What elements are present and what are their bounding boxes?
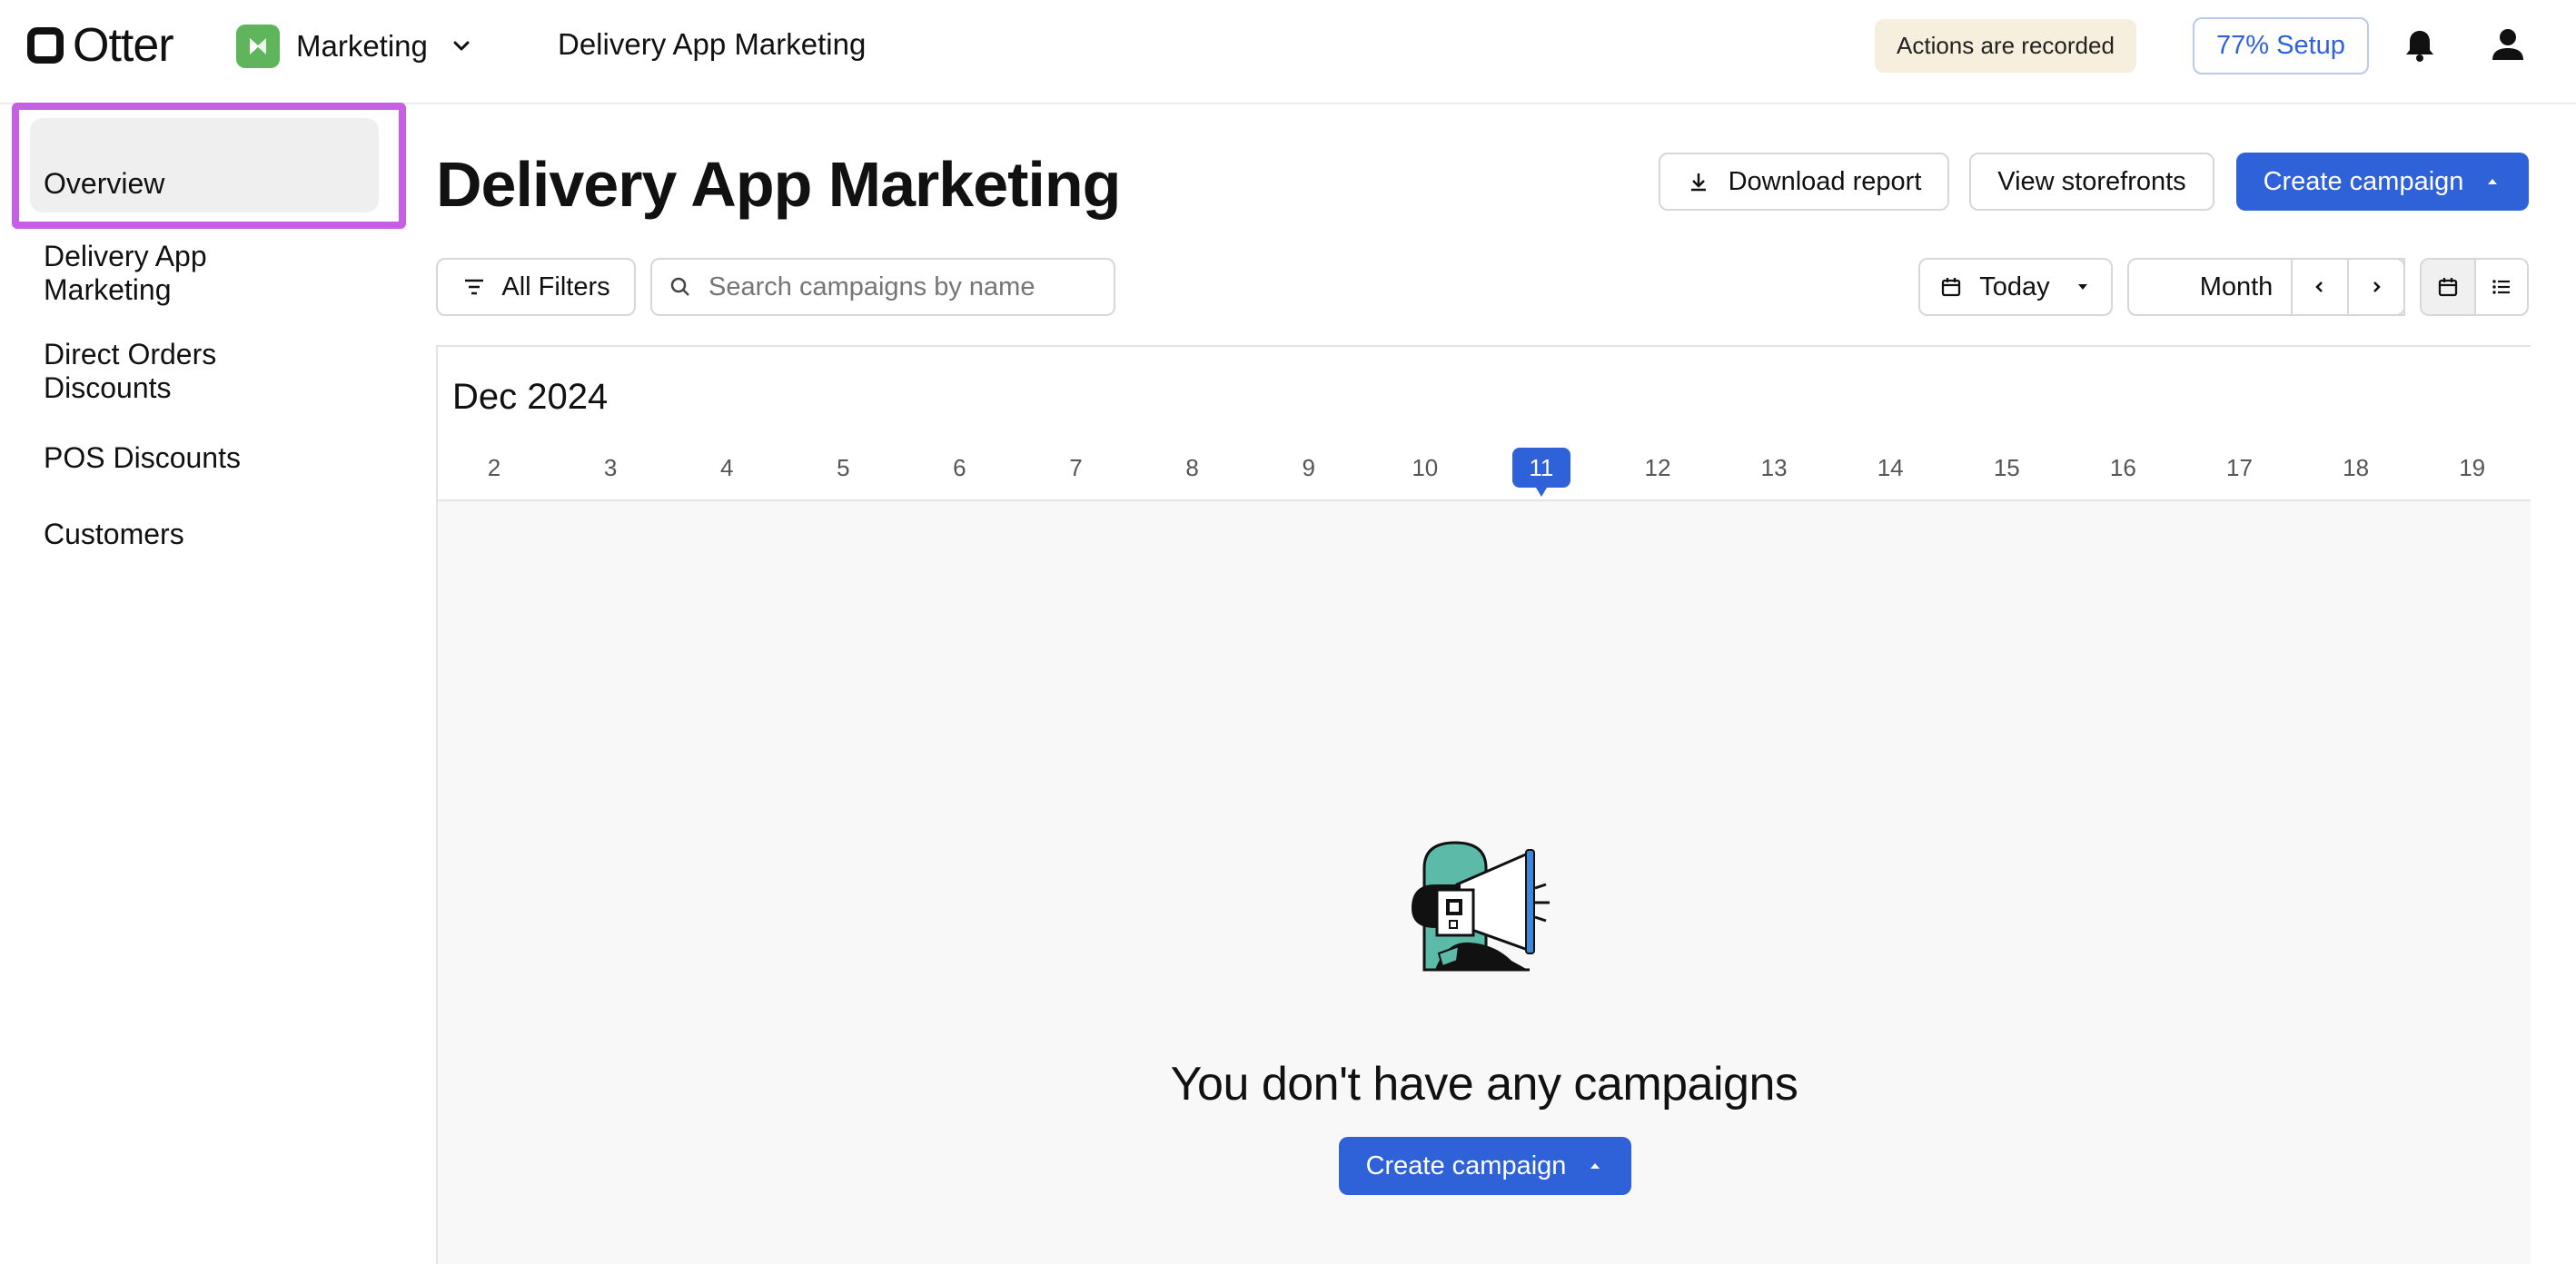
period-label: Month <box>2199 272 2274 301</box>
otter-logo[interactable]: Otter <box>27 19 174 72</box>
megaphone-illustration <box>1412 841 1550 972</box>
actions-recorded-badge: Actions are recorded <box>1875 19 2136 73</box>
topbar-page-title: Delivery App Marketing <box>558 27 867 61</box>
sidebar-item-overview[interactable]: Overview <box>44 167 164 201</box>
campaign-calendar: Dec 2024 2 3 4 5 6 7 8 9 10 11 12 13 14 15 16 17 18 19 Yo… <box>436 345 2531 1264</box>
logo-text: Otter <box>73 19 174 72</box>
view-storefronts-button[interactable]: View storefronts <box>1969 153 2214 211</box>
calendar-day[interactable]: 10 <box>1396 448 1454 488</box>
calendar-day[interactable]: 13 <box>1745 448 1803 488</box>
calendar-icon <box>1942 278 1961 297</box>
previous-period-button[interactable] <box>2291 258 2349 316</box>
search-field[interactable] <box>650 258 1115 316</box>
view-storefronts-label: View storefronts <box>1997 166 2186 196</box>
empty-create-campaign-label: Create campaign <box>1365 1150 1567 1180</box>
calendar-day[interactable]: 8 <box>1164 448 1222 488</box>
chevron-left-icon <box>2315 281 2323 292</box>
chevron-down-icon <box>453 41 470 51</box>
calendar-day[interactable]: 18 <box>2327 448 2385 488</box>
calendar-day-today[interactable]: 11 <box>1511 448 1570 497</box>
next-period-button[interactable] <box>2347 258 2405 316</box>
top-bar: Otter Marketing Delivery App Marketing A… <box>0 0 2576 104</box>
app-name: Marketing <box>296 29 428 63</box>
download-icon <box>1690 173 1706 192</box>
sidebar-item-customers[interactable]: Customers <box>44 518 184 551</box>
calendar-day[interactable]: 17 <box>2211 448 2269 488</box>
app-switcher[interactable]: Marketing <box>236 24 475 69</box>
search-input[interactable] <box>708 272 1090 302</box>
all-filters-button[interactable]: All Filters <box>436 258 636 316</box>
notifications-bell-icon[interactable] <box>2402 27 2438 64</box>
today-label: Today <box>1979 272 2050 301</box>
setup-progress-button[interactable]: 77% Setup <box>2193 17 2369 74</box>
calendar-day[interactable]: 12 <box>1629 448 1687 488</box>
sidebar-item-direct-orders-discounts[interactable]: Direct Orders Discounts <box>44 338 280 405</box>
download-report-label: Download report <box>1728 166 1922 196</box>
create-campaign-button[interactable]: Create campaign <box>2236 153 2529 211</box>
calendar-day[interactable]: 14 <box>1861 448 1919 488</box>
calendar-day[interactable]: 16 <box>2094 448 2152 488</box>
marketing-app-icon <box>236 25 280 68</box>
page-title: Delivery App Marketing <box>436 149 1121 220</box>
sidebar-item-delivery-app-marketing[interactable]: Delivery App Marketing <box>44 240 280 307</box>
list-view-toggle[interactable] <box>2474 258 2529 316</box>
calendar-month-label: Dec 2024 <box>452 377 609 417</box>
calendar-header: Dec 2024 2 3 4 5 6 7 8 9 10 11 12 13 14 15 16 17 18 19 <box>438 345 2531 501</box>
empty-create-campaign-button[interactable]: Create campaign <box>1339 1137 1631 1195</box>
calendar-day[interactable]: 19 <box>2443 448 2502 488</box>
calendar-view-icon <box>2438 278 2458 297</box>
today-date-button[interactable]: Today <box>1918 258 2113 316</box>
calendar-body: You don't have any campaigns Create camp… <box>438 501 2531 1264</box>
calendar-day[interactable]: 9 <box>1280 448 1338 488</box>
calendar-view-toggle[interactable] <box>2420 258 2476 316</box>
calendar-day[interactable]: 3 <box>581 448 639 488</box>
calendar-day[interactable]: 15 <box>1977 448 2036 488</box>
calendar-day[interactable]: 7 <box>1047 448 1105 488</box>
search-icon <box>670 277 689 296</box>
sidebar-selection-highlight <box>12 103 406 229</box>
list-view-icon <box>2492 280 2510 294</box>
download-report-button[interactable]: Download report <box>1659 153 1949 211</box>
caret-up-icon <box>1590 1163 1600 1169</box>
filter-icon <box>465 279 484 295</box>
caret-down-icon <box>2077 284 2087 290</box>
empty-state-message: You don't have any campaigns <box>1170 1058 1798 1111</box>
otter-logo-icon <box>27 27 64 64</box>
calendar-day[interactable]: 4 <box>698 448 756 488</box>
calendar-day[interactable]: 2 <box>465 448 523 488</box>
all-filters-label: All Filters <box>501 272 610 301</box>
calendar-day[interactable]: 5 <box>814 448 872 488</box>
sidebar-item-pos-discounts[interactable]: POS Discounts <box>44 441 241 475</box>
calendar-day[interactable]: 6 <box>930 448 988 488</box>
chevron-right-icon <box>2373 281 2381 292</box>
user-account-icon[interactable] <box>2489 25 2527 64</box>
create-campaign-label: Create campaign <box>2263 166 2464 196</box>
caret-up-icon <box>2488 179 2498 184</box>
